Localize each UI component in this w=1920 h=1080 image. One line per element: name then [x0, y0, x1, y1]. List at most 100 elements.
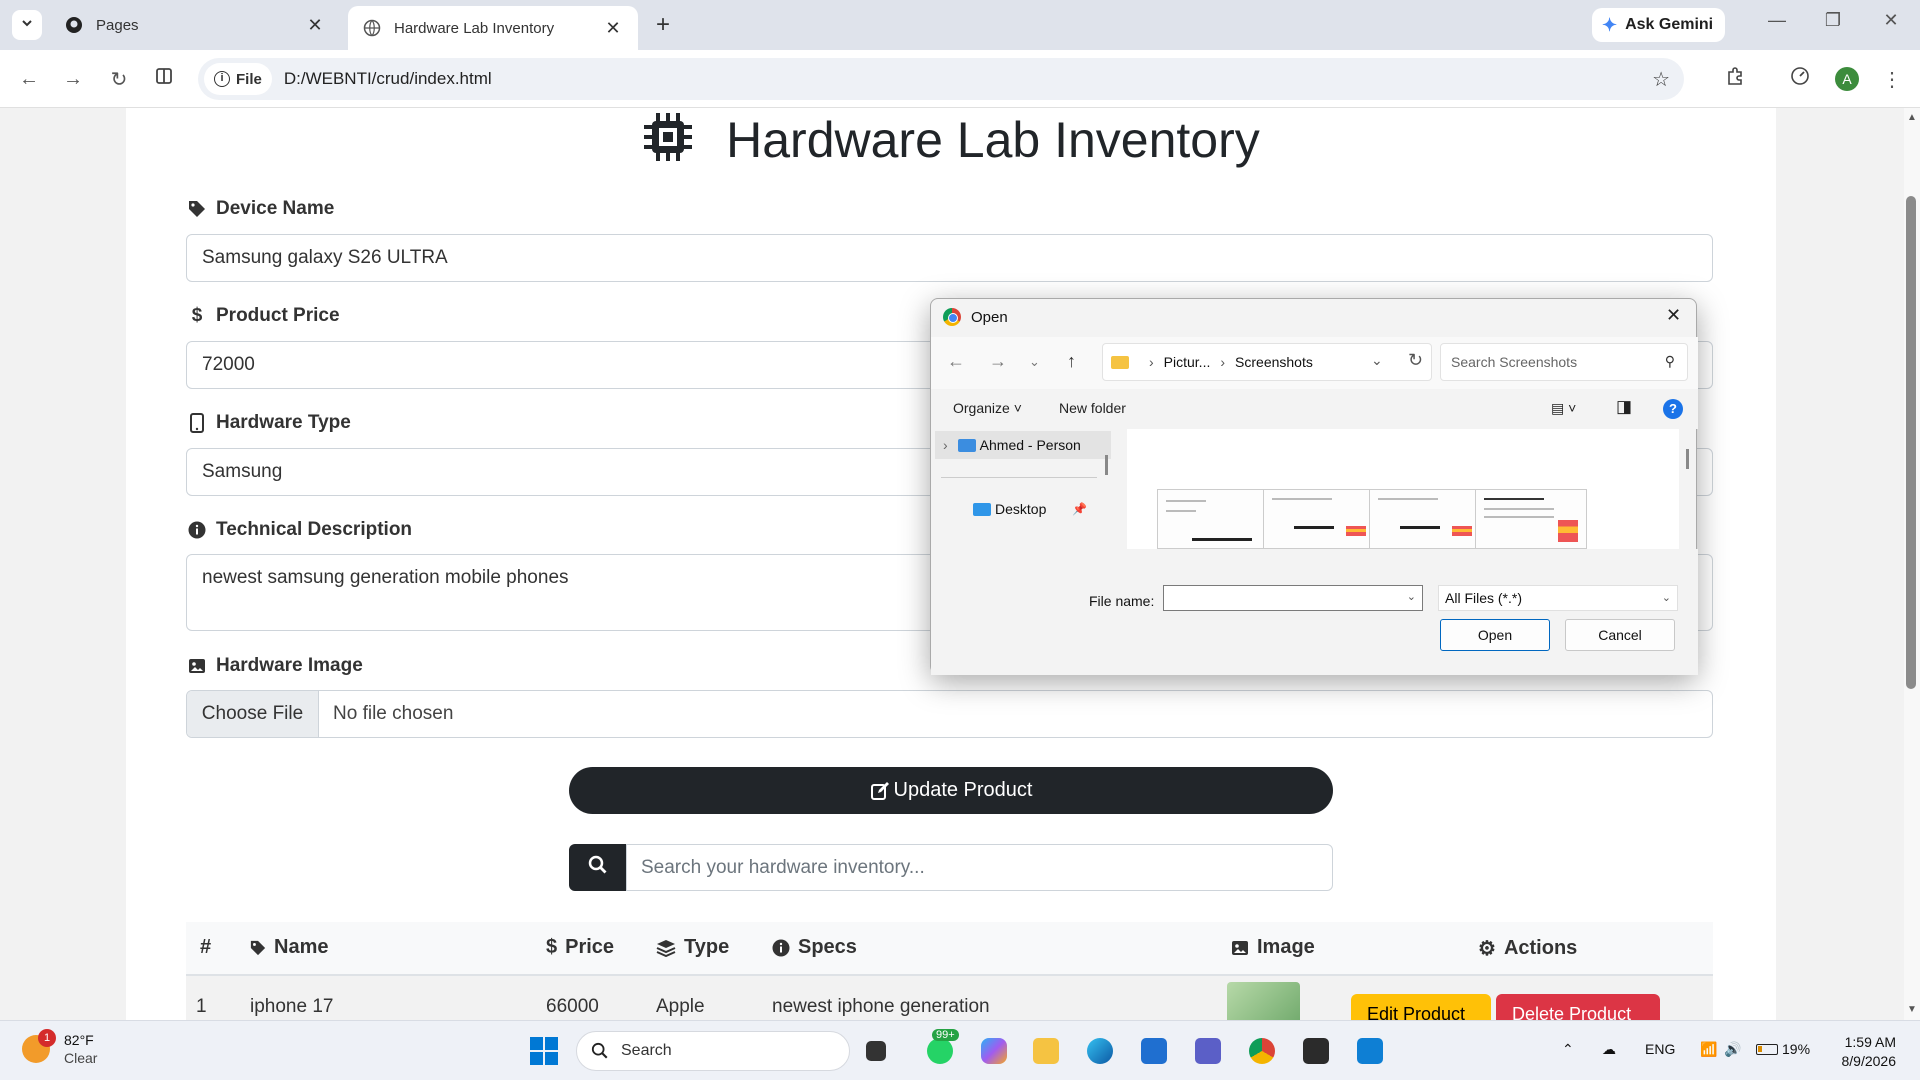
show-hidden-icons-button[interactable]: ⌃	[1562, 1041, 1574, 1058]
page-title: Hardware Lab Inventory	[126, 108, 1776, 176]
edge-icon[interactable]	[1084, 1035, 1116, 1067]
row-index: 1	[196, 996, 207, 1017]
file-name-input[interactable]: ⌄	[1163, 585, 1423, 611]
search-icon: ⚲	[1664, 353, 1675, 369]
close-window-button[interactable]: ✕	[1876, 10, 1906, 31]
terminal-icon[interactable]	[1300, 1035, 1332, 1067]
arrow-right-icon[interactable]: →	[989, 351, 1007, 372]
col-name: Name	[250, 936, 328, 959]
copilot-icon[interactable]	[978, 1035, 1010, 1067]
battery-indicator[interactable]: 19%	[1756, 1041, 1810, 1057]
battery-percent: 19%	[1782, 1041, 1811, 1057]
performance-button[interactable]	[1785, 64, 1815, 94]
screenshot-file-thumbnail[interactable]	[1369, 489, 1481, 549]
extensions-button[interactable]	[1720, 64, 1750, 94]
tab-hardware-lab-inventory[interactable]: Hardware Lab Inventory ✕	[348, 6, 638, 50]
taskbar-search[interactable]: Search	[576, 1031, 850, 1071]
screenshot-file-thumbnail[interactable]	[1263, 489, 1375, 549]
chevron-down-icon[interactable]: ⌄	[1407, 590, 1416, 603]
hardware-image-file-input[interactable]: Choose File No file chosen	[186, 690, 1713, 738]
close-tab-icon[interactable]: ✕	[602, 18, 624, 39]
scrollbar-thumb[interactable]	[1906, 196, 1916, 689]
new-tab-button[interactable]: +	[650, 12, 676, 38]
forward-button[interactable]: →	[58, 64, 88, 94]
refresh-icon[interactable]: ↻	[1408, 350, 1423, 371]
breadcrumb-pictures[interactable]: Pictur...	[1164, 354, 1211, 370]
chrome-taskbar-icon[interactable]	[1246, 1035, 1278, 1067]
tab-search-button[interactable]	[12, 10, 42, 40]
reload-icon: ↻	[110, 68, 128, 91]
reload-button[interactable]: ↻	[104, 64, 134, 94]
file-explorer-icon[interactable]	[1030, 1035, 1062, 1067]
profile-avatar[interactable]: A	[1835, 67, 1859, 91]
screenshot-file-thumbnail[interactable]	[1475, 489, 1587, 549]
scroll-up-arrow[interactable]: ▲	[1904, 112, 1920, 123]
new-folder-button[interactable]: New folder	[1059, 400, 1126, 416]
dialog-open-button[interactable]: Open	[1440, 619, 1550, 651]
nav-pane-scrollbar[interactable]	[1105, 455, 1108, 475]
dialog-title-text: Open	[971, 308, 1008, 326]
edit-product-button[interactable]: Edit Product	[1351, 994, 1491, 1020]
restore-button[interactable]: ❐	[1818, 10, 1848, 31]
dialog-close-button[interactable]: ✕	[1666, 305, 1681, 326]
update-product-button[interactable]: Update Product	[569, 767, 1333, 814]
view-options-icon[interactable]: ▤ ˅	[1551, 400, 1576, 417]
dialog-cancel-button[interactable]: Cancel	[1565, 619, 1675, 651]
scroll-down-arrow[interactable]: ▼	[1904, 1004, 1920, 1015]
breadcrumb-screenshots[interactable]: Screenshots	[1235, 354, 1313, 370]
whatsapp-icon[interactable]: 99+	[924, 1029, 959, 1067]
close-tab-icon[interactable]: ✕	[304, 15, 326, 36]
arrow-up-icon[interactable]: ↑	[1067, 351, 1076, 372]
browser-menu-button[interactable]: ⋮	[1877, 64, 1907, 94]
vscode-icon[interactable]	[1354, 1035, 1386, 1067]
nav-item-onedrive[interactable]: › Ahmed - Person	[935, 431, 1111, 459]
minimize-button[interactable]: —	[1762, 10, 1792, 31]
volume-icon[interactable]: 🔊	[1724, 1041, 1741, 1058]
puzzle-icon	[1725, 66, 1745, 92]
nav-item-desktop[interactable]: Desktop 📌	[973, 501, 1087, 517]
globe-icon	[362, 18, 382, 38]
bookmark-star-icon[interactable]: ☆	[1652, 67, 1670, 92]
delete-product-button[interactable]: Delete Product	[1496, 994, 1660, 1020]
search-button[interactable]	[569, 844, 626, 891]
chevron-down-icon[interactable]: ⌄	[1371, 352, 1383, 369]
preview-pane-icon[interactable]: ◨	[1616, 397, 1632, 417]
open-file-dialog: Open ✕ ← → ⌄ ↑ › Pictur... › Screenshots…	[930, 298, 1698, 675]
screenshot-file-thumbnail[interactable]	[1157, 489, 1269, 549]
microsoft-store-icon[interactable]	[1138, 1035, 1170, 1067]
address-bar[interactable]: i File D:/WEBNTI/crud/index.html ☆	[198, 58, 1684, 100]
file-type-select[interactable]: All Files (*.*) ⌄	[1438, 585, 1678, 611]
weather-widget[interactable]: 1 82°F Clear	[22, 1029, 97, 1067]
search-input[interactable]: Search your hardware inventory...	[626, 844, 1333, 891]
language-indicator[interactable]: ENG	[1645, 1041, 1675, 1057]
arrow-left-icon: ←	[19, 67, 39, 90]
chevron-down-icon: ⌄	[1661, 592, 1671, 604]
inventory-search: Search your hardware inventory...	[569, 844, 1333, 891]
taskbar-search-label: Search	[621, 1042, 672, 1059]
organize-menu[interactable]: Organize ˅	[953, 400, 1022, 416]
split-view-button[interactable]	[149, 64, 179, 94]
start-button[interactable]	[528, 1035, 560, 1067]
device-name-field[interactable]: Samsung galaxy S26 ULTRA	[186, 234, 1713, 282]
task-view-icon[interactable]	[860, 1035, 892, 1067]
col-price: $ Price	[546, 936, 614, 959]
ask-gemini-button[interactable]: ✦ Ask Gemini	[1592, 8, 1725, 42]
tab-pages[interactable]: Pages ✕	[50, 6, 340, 44]
recent-locations-icon[interactable]: ⌄	[1029, 354, 1040, 370]
dollar-icon: $	[546, 936, 558, 958]
wifi-icon[interactable]: 📶	[1700, 1041, 1717, 1058]
onedrive-cloud-icon[interactable]: ☁	[1602, 1041, 1616, 1058]
dialog-search-input[interactable]: Search Screenshots ⚲	[1440, 343, 1688, 381]
back-button[interactable]: ←	[14, 64, 44, 94]
dialog-breadcrumb[interactable]: › Pictur... › Screenshots ⌄ ↻	[1102, 343, 1432, 381]
choose-file-button[interactable]: Choose File	[187, 691, 319, 737]
arrow-left-icon[interactable]: ←	[947, 351, 965, 372]
help-icon[interactable]: ?	[1663, 399, 1683, 419]
dollar-icon: $	[191, 305, 203, 326]
info-circle-icon	[186, 521, 208, 539]
site-info-chip[interactable]: i File	[204, 63, 272, 95]
system-clock[interactable]: 1:59 AM 8/9/2026	[1836, 1033, 1897, 1071]
file-list-scrollbar[interactable]	[1686, 449, 1689, 469]
row-type: Apple	[656, 996, 705, 1017]
teams-icon[interactable]	[1192, 1035, 1224, 1067]
